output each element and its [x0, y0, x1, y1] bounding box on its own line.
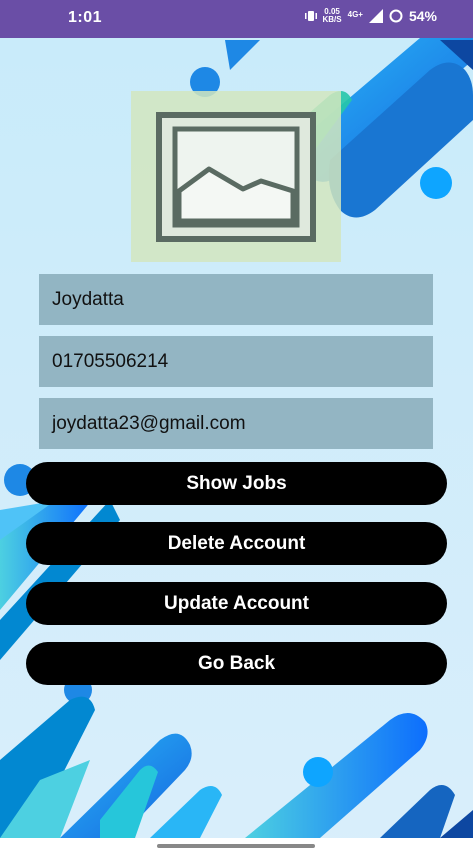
signal-icon	[368, 9, 383, 23]
profile-screen: 1:01 0.05 KB/S 4G+ 54% Joydatta 01705506…	[0, 0, 473, 856]
home-gesture-handle[interactable]	[157, 844, 315, 848]
name-field[interactable]: Joydatta	[39, 274, 433, 325]
delete-account-button[interactable]: Delete Account	[26, 522, 447, 565]
status-icons: 0.05 KB/S 4G+ 54%	[304, 8, 437, 24]
update-account-button[interactable]: Update Account	[26, 582, 447, 625]
status-bar: 1:01 0.05 KB/S 4G+ 54%	[0, 0, 473, 38]
vibrate-icon	[304, 11, 317, 21]
go-back-button[interactable]: Go Back	[26, 642, 447, 685]
navigation-bar	[0, 838, 473, 856]
net-speed-unit: KB/S	[322, 15, 342, 24]
email-field[interactable]: joydatta23@gmail.com	[39, 398, 433, 449]
image-placeholder-icon	[156, 112, 316, 242]
network-type: 4G+	[347, 10, 363, 19]
net-speed: 0.05 KB/S	[323, 8, 342, 24]
phone-field[interactable]: 01705506214	[39, 336, 433, 387]
show-jobs-button[interactable]: Show Jobs	[26, 462, 447, 505]
status-time: 1:01	[68, 9, 103, 26]
profile-image[interactable]	[131, 91, 341, 262]
battery-percent: 54%	[408, 8, 437, 24]
battery-icon	[389, 9, 403, 23]
